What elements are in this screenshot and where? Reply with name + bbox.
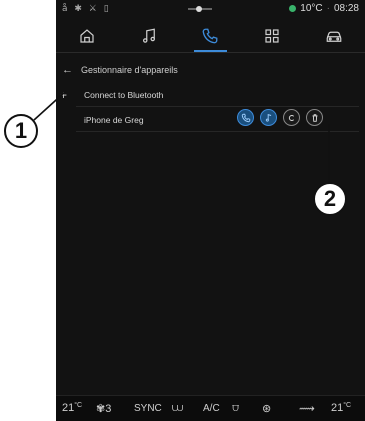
page-indicator (188, 6, 212, 12)
outside-temperature: 10°C (300, 3, 323, 14)
right-temperature[interactable]: 21°C (331, 402, 351, 414)
back-arrow-icon[interactable]: ← (62, 64, 73, 76)
top-navigation (56, 20, 365, 52)
carplay-icon (288, 114, 294, 121)
trash-icon (312, 113, 317, 122)
ac-button[interactable]: A/C (203, 403, 220, 414)
nav-music[interactable] (118, 20, 180, 52)
nav-apps[interactable] (241, 20, 303, 52)
seat-heat-icon[interactable]: ⩊ (172, 402, 183, 415)
clock: 08:28 (333, 3, 359, 14)
connect-bluetooth-label: Connect to Bluetooth (84, 90, 164, 100)
device-name: iPhone de Greg (84, 115, 144, 125)
nav-phone[interactable] (180, 20, 242, 52)
nav-home[interactable] (56, 20, 118, 52)
callout-2: 2 (313, 182, 347, 216)
device-phone-button[interactable] (237, 109, 254, 126)
divider (76, 106, 359, 107)
device-actions (237, 109, 323, 126)
fan-icon: ✾ (96, 403, 106, 415)
page-title: Gestionnaire d'appareils (81, 65, 178, 75)
music-note-icon (265, 113, 271, 122)
plus-icon: + (60, 88, 68, 102)
nav-divider (56, 52, 365, 53)
rear-defrost-icon[interactable]: ⩌ (232, 402, 239, 415)
fan-speed[interactable]: ✾3 (96, 402, 111, 415)
divider (76, 131, 359, 132)
home-icon (80, 29, 94, 43)
phone-icon (241, 113, 250, 122)
status-indicator-icon (289, 5, 297, 12)
status-icons: å ✱ ⚔ ▯ (62, 4, 111, 14)
windshield-icon[interactable]: ⟿ (299, 402, 315, 415)
separator: · (326, 3, 330, 14)
device-music-button[interactable] (260, 109, 277, 126)
car-icon (326, 31, 342, 42)
page-header: ← Gestionnaire d'appareils (62, 64, 178, 76)
status-bar: å ✱ ⚔ ▯ 10°C · 08:28 (56, 0, 365, 20)
callout-1: 1 (4, 114, 38, 148)
left-temperature[interactable]: 21°C (62, 402, 82, 414)
climate-bar: 21°C ✾3 SYNC ⩊ A/C ⩌ ⊛ ⟿ 21°C (56, 395, 365, 421)
device-carplay-button[interactable] (283, 109, 300, 126)
music-icon (142, 28, 155, 43)
phone-icon (203, 28, 218, 44)
nav-vehicle[interactable] (303, 20, 365, 52)
sync-button[interactable]: SYNC (134, 403, 162, 414)
status-right: 10°C · 08:28 (289, 3, 359, 14)
apps-icon (265, 29, 279, 43)
steering-heat-icon[interactable]: ⊛ (262, 402, 271, 415)
connect-bluetooth-row[interactable]: + Connect to Bluetooth (56, 83, 365, 107)
device-delete-button[interactable] (306, 109, 323, 126)
